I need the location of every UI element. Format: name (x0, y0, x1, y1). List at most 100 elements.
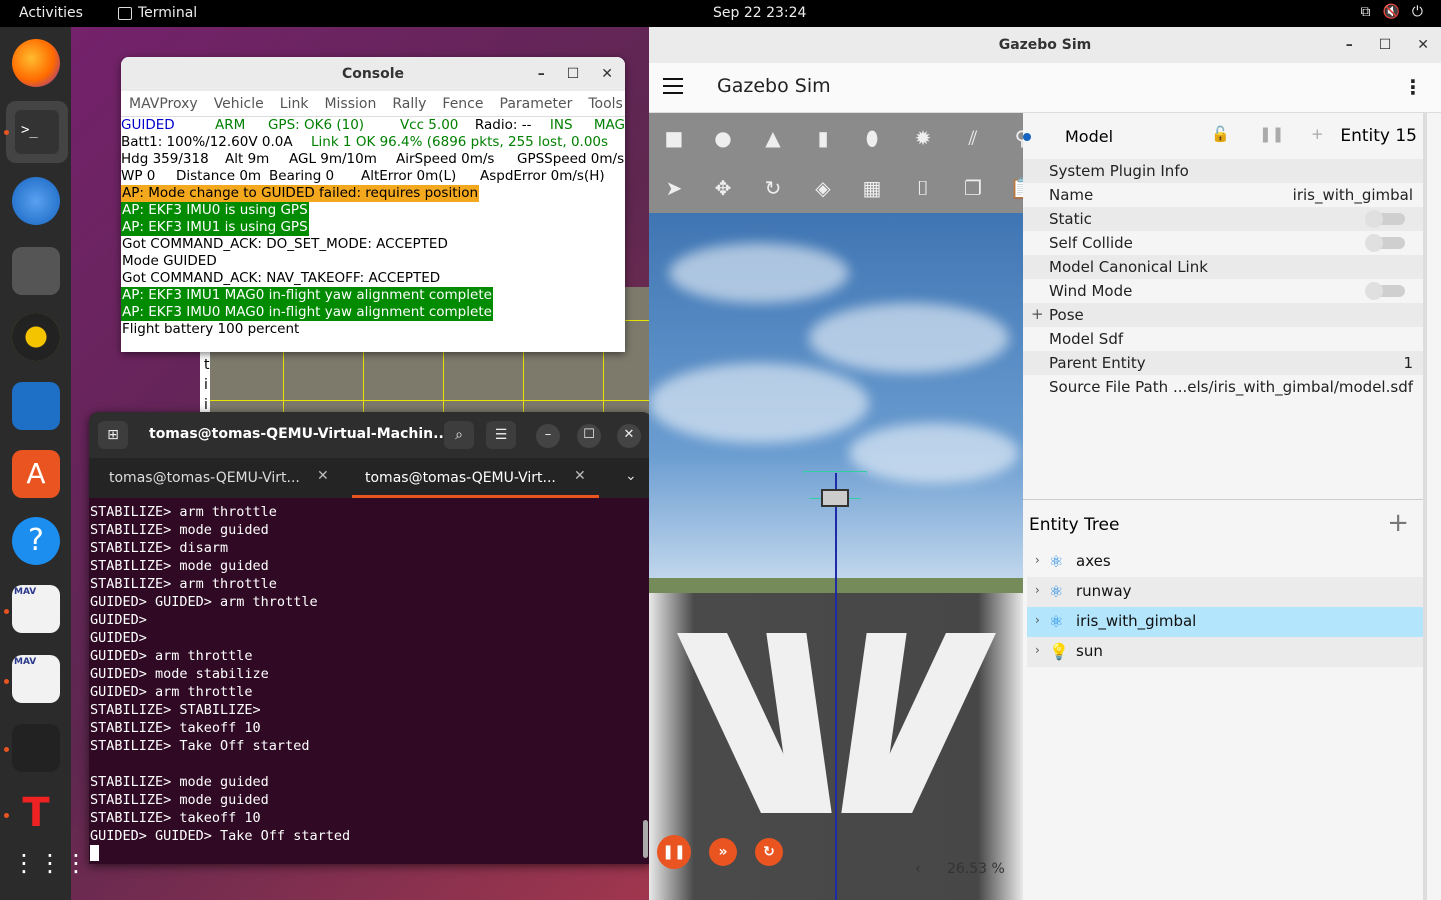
copy-icon[interactable]: ❐ (958, 173, 988, 203)
terminal-headerbar[interactable]: ⊞ tomas@tomas-QEMU-Virtual-Machin... ⌕ ☰… (89, 412, 652, 458)
close-tab-icon[interactable]: ✕ (574, 468, 586, 484)
pause-icon[interactable]: ❚❚ (1259, 125, 1284, 143)
libreoffice-writer-icon[interactable] (12, 382, 60, 430)
entity-tree-item[interactable]: › ⚛ iris_with_gimbal (1027, 607, 1423, 637)
app-center-icon[interactable]: A (12, 450, 60, 498)
menu-link[interactable]: Link (280, 96, 309, 112)
side-panel-scrollbar[interactable] (1423, 113, 1427, 900)
clock[interactable]: Sep 22 23:24 (713, 5, 806, 21)
cylinder-icon[interactable]: ▮ (808, 123, 838, 153)
terminal-tab[interactable]: tomas@tomas-QEMU-Virt... (109, 458, 300, 498)
terminal-scrollbar[interactable] (643, 820, 648, 858)
kebab-menu-icon[interactable]: ⋮ (1403, 75, 1423, 99)
files-icon[interactable] (12, 247, 60, 295)
close-button[interactable]: ✕ (617, 424, 641, 448)
component-row[interactable]: Self Collide (1023, 231, 1423, 255)
help-icon[interactable]: ? (12, 517, 60, 565)
entity-tree-item[interactable]: › ⚛ runway (1027, 577, 1423, 607)
iris-drone-model[interactable] (821, 489, 849, 507)
translate-icon[interactable]: ✥ (708, 173, 738, 203)
rhythmbox-icon[interactable] (12, 313, 60, 361)
sphere-icon[interactable]: ● (708, 123, 738, 153)
rotate-icon[interactable]: ↻ (758, 173, 788, 203)
component-row[interactable]: Wind Mode (1023, 279, 1423, 303)
maximize-button[interactable]: ☐ (567, 57, 580, 91)
mavproxy-map-icon[interactable]: MAV (12, 655, 60, 703)
terminal-tabbar: tomas@tomas-QEMU-Virt... ✕ tomas@tomas-Q… (89, 458, 652, 498)
thunderbird-icon[interactable] (12, 177, 60, 225)
system-tray[interactable]: ⧉ 🔇 ⏻ (1360, 4, 1423, 20)
menu-mission[interactable]: Mission (324, 96, 376, 112)
terminal-tab-active[interactable]: tomas@tomas-QEMU-Virt... (352, 458, 599, 498)
app-menu[interactable]: Terminal (118, 5, 197, 21)
menu-fence[interactable]: Fence (442, 96, 483, 112)
sun-icon[interactable]: ✹ (908, 123, 938, 153)
lock-icon[interactable]: 🔓 (1211, 125, 1230, 143)
qgroundcontrol-icon[interactable]: T (12, 789, 60, 837)
component-row[interactable]: + Pose (1023, 303, 1423, 327)
menu-vehicle[interactable]: Vehicle (214, 96, 264, 112)
add-icon[interactable]: + (1311, 125, 1324, 143)
menu-rally[interactable]: Rally (392, 96, 426, 112)
grid-icon[interactable]: ▦ (857, 173, 887, 203)
model-icon: ⚛ (1049, 612, 1064, 631)
menu-tools[interactable]: Tools (588, 96, 623, 112)
chevron-right-icon[interactable]: › (1035, 553, 1040, 567)
chevron-right-icon[interactable]: › (1035, 583, 1040, 597)
minimize-button[interactable]: – (1346, 27, 1353, 63)
terminal-line: GUIDED> GUIDED> Take Off started (90, 828, 351, 844)
maximize-button[interactable]: ☐ (1379, 27, 1392, 63)
console-log[interactable]: AP: Mode change to GUIDED failed: requir… (121, 185, 625, 338)
select-icon[interactable]: ➤ (659, 173, 689, 203)
close-button[interactable]: ✕ (601, 57, 613, 91)
toggle-switch[interactable] (1365, 282, 1405, 300)
running-indicator (4, 679, 9, 684)
menu-button[interactable]: ☰ (486, 421, 516, 449)
activities-button[interactable]: Activities (19, 5, 83, 21)
step-button[interactable]: » (709, 838, 737, 866)
pause-button[interactable]: ❚❚ (657, 835, 691, 869)
minimize-button[interactable]: – (538, 57, 545, 91)
box-icon[interactable]: ■ (659, 123, 689, 153)
hamburger-menu-icon[interactable] (663, 78, 683, 94)
component-row[interactable]: Static (1023, 207, 1423, 231)
entity-tree-header: Entity Tree + (1023, 499, 1423, 539)
entity-tree-item[interactable]: › 💡 sun (1027, 637, 1423, 667)
close-tab-icon[interactable]: ✕ (317, 468, 329, 484)
menu-mavproxy[interactable]: MAVProxy (129, 96, 198, 112)
expand-icon[interactable]: + (1031, 305, 1044, 323)
toggle-switch[interactable] (1365, 234, 1405, 252)
transform-icon[interactable]: ◈ (808, 173, 838, 203)
gazebo-titlebar[interactable]: Gazebo Sim – ☐ ✕ (649, 27, 1441, 63)
dock: >_ A ? MAV MAV T ⋮⋮⋮ (0, 27, 88, 900)
chevron-left-icon[interactable]: ‹ (915, 861, 921, 877)
chevron-down-icon[interactable]: ⌄ (625, 468, 637, 484)
reset-button[interactable]: ↻ (755, 838, 783, 866)
toggle-switch[interactable] (1365, 210, 1405, 228)
capsule-icon[interactable]: ⬮ (857, 123, 887, 153)
gazebo-icon[interactable] (12, 724, 60, 772)
new-tab-button[interactable]: ⊞ (98, 421, 128, 449)
directional-light-icon[interactable]: ⫽ (958, 123, 988, 153)
chevron-right-icon[interactable]: › (1035, 613, 1040, 627)
minimize-button[interactable]: – (536, 424, 560, 448)
chevron-right-icon[interactable]: › (1035, 643, 1040, 657)
mavproxy-console-window: Console – ☐ ✕ MAVProxy Vehicle Link Miss… (121, 57, 625, 352)
dock-terminal[interactable]: >_ (6, 101, 68, 163)
maximize-button[interactable]: ☐ (577, 424, 601, 448)
component-row: Source File Path ...els/iris_with_gimbal/… (1023, 375, 1423, 399)
console-titlebar[interactable]: Console – ☐ ✕ (121, 57, 625, 91)
close-button[interactable]: ✕ (1417, 27, 1429, 63)
firefox-icon[interactable] (12, 39, 60, 87)
3d-scene-view[interactable] (649, 213, 1023, 900)
add-entity-icon[interactable]: + (1387, 508, 1409, 538)
menu-parameter[interactable]: Parameter (500, 96, 573, 112)
show-apps-icon[interactable]: ⋮⋮⋮ (12, 839, 88, 887)
entity-tree-item[interactable]: › ⚛ axes (1027, 547, 1423, 577)
screenshot-icon[interactable]: ⌷ (908, 173, 938, 203)
terminal-output[interactable]: STABILIZE> arm throttle STABILIZE> mode g… (89, 503, 652, 864)
cloud (809, 303, 1009, 373)
cone-icon[interactable]: ▲ (758, 123, 788, 153)
mavproxy-console-icon[interactable]: MAV (12, 585, 60, 633)
search-button[interactable]: ⌕ (444, 421, 474, 449)
